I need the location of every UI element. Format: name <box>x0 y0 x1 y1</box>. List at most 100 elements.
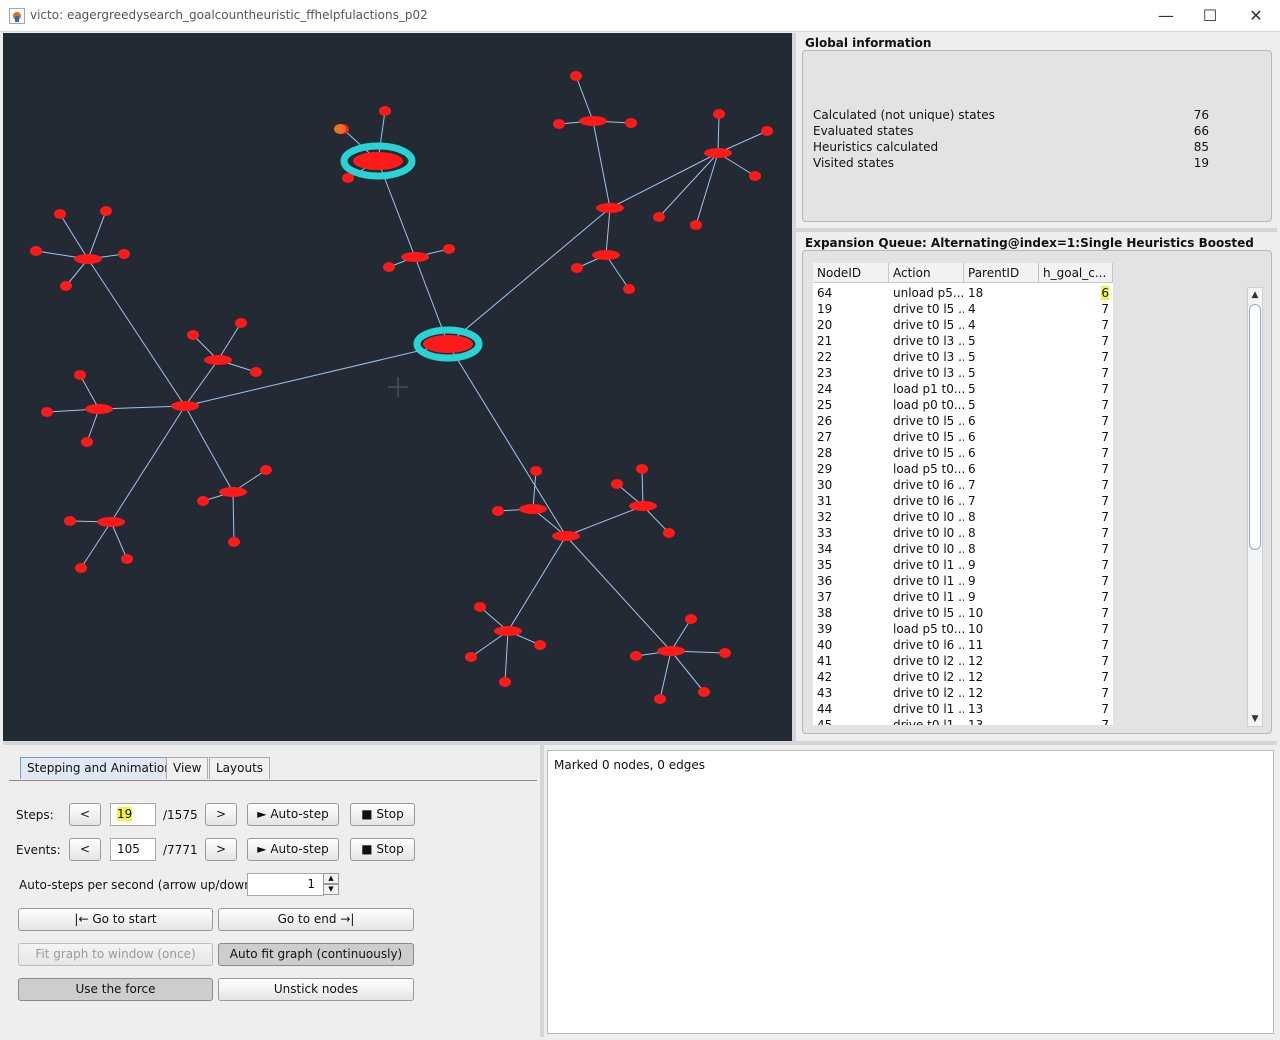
table-cell-h: 7 <box>1101 446 1109 460</box>
queue-scrollbar[interactable]: ▲ ▼ <box>1247 287 1263 727</box>
table-cell-parent: 5 <box>968 366 976 380</box>
graph-node <box>97 517 125 527</box>
table-cell-action: load p5 t0... <box>893 462 964 476</box>
table-cell-action: drive t0 l1 ... <box>893 590 964 604</box>
tab-stepping[interactable]: Stepping and Animation <box>20 757 179 779</box>
table-row[interactable]: 27 drive t0 l5 ... 6 7 <box>813 429 1113 445</box>
table-cell-action: load p0 t0... <box>893 398 964 412</box>
graph-node <box>690 220 702 230</box>
graph-node-goal <box>334 124 346 134</box>
graph-node <box>663 528 675 538</box>
table-row[interactable]: 23 drive t0 l3 ... 5 7 <box>813 365 1113 381</box>
table-row[interactable]: 44 drive t0 l1 ... 13 7 <box>813 701 1113 717</box>
maximize-icon[interactable]: ☐ <box>1187 0 1233 31</box>
fit-graph-once-button[interactable]: Fit graph to window (once) <box>18 943 213 966</box>
table-cell-node: 24 <box>817 382 833 396</box>
auto-fit-graph-toggle[interactable]: Auto fit graph (continuously) <box>218 943 414 966</box>
table-row[interactable]: 26 drive t0 l5 ... 6 7 <box>813 413 1113 429</box>
column-header-parentid[interactable]: ParentID <box>964 263 1039 283</box>
close-icon[interactable]: ✕ <box>1233 0 1279 31</box>
table-row[interactable]: 29 load p5 t0... 6 7 <box>813 461 1113 477</box>
table-row[interactable]: 34 drive t0 l0 ... 8 7 <box>813 541 1113 557</box>
table-row[interactable]: 24 load p1 t0... 5 7 <box>813 381 1113 397</box>
use-the-force-toggle[interactable]: Use the force <box>18 978 213 1001</box>
graph-node <box>629 501 657 511</box>
steps-prev-button[interactable]: < <box>69 803 101 826</box>
go-to-end-button[interactable]: Go to end →| <box>218 908 414 931</box>
table-row[interactable]: 33 drive t0 l0 ... 8 7 <box>813 525 1113 541</box>
table-row[interactable]: 42 drive t0 l2 ... 12 7 <box>813 669 1113 685</box>
search-graph-canvas[interactable] <box>3 33 792 741</box>
graph-node <box>228 537 240 547</box>
go-to-start-button[interactable]: |← Go to start <box>18 908 213 931</box>
scroll-down-icon[interactable]: ▼ <box>1248 712 1262 726</box>
scrollbar-thumb[interactable] <box>1249 304 1261 550</box>
splitter-horizontal[interactable] <box>795 228 1277 232</box>
stat-label: Heuristics calculated <box>813 140 939 154</box>
spin-down-icon[interactable]: ▼ <box>323 884 339 895</box>
table-cell-h: 7 <box>1101 414 1109 428</box>
table-row[interactable]: 21 drive t0 l3 ... 5 7 <box>813 333 1113 349</box>
table-row[interactable]: 40 drive t0 l6 ... 11 7 <box>813 637 1113 653</box>
table-row[interactable]: 35 drive t0 l1 ... 9 7 <box>813 557 1113 573</box>
table-row[interactable]: 64 unload p5... 18 6 <box>813 285 1113 301</box>
table-row[interactable]: 38 drive t0 l5 ... 10 7 <box>813 605 1113 621</box>
table-row[interactable]: 30 drive t0 l6 ... 7 7 <box>813 477 1113 493</box>
tab-view[interactable]: View <box>166 757 209 779</box>
queue-table[interactable]: NodeID Action ParentID h_goal_c... 64 unl… <box>813 263 1113 725</box>
table-row[interactable]: 45 drive t0 l1 ... 13 7 <box>813 717 1113 725</box>
graph-edge <box>659 650 672 700</box>
table-cell-action: drive t0 l0 ... <box>893 526 964 540</box>
splitter-bottom-vertical[interactable] <box>540 745 544 1037</box>
graph-node <box>519 504 547 514</box>
stat-value: 76 <box>1193 108 1209 122</box>
table-cell-parent: 9 <box>968 590 976 604</box>
column-header-heuristic[interactable]: h_goal_c... <box>1039 263 1113 283</box>
events-stop-button[interactable]: ■ Stop <box>350 838 415 861</box>
table-cell-parent: 10 <box>968 606 984 620</box>
column-header-action[interactable]: Action <box>889 263 964 283</box>
table-cell-node: 38 <box>817 606 833 620</box>
table-row[interactable]: 19 drive t0 l5 ... 4 7 <box>813 301 1113 317</box>
steps-input[interactable]: 19 <box>110 803 156 826</box>
graph-edge <box>232 491 235 543</box>
table-row[interactable]: 25 load p0 t0... 5 7 <box>813 397 1113 413</box>
column-header-nodeid[interactable]: NodeID <box>813 263 889 283</box>
table-cell-h: 7 <box>1101 494 1109 508</box>
graph-node <box>530 466 542 476</box>
table-cell-action: drive t0 l0 ... <box>893 510 964 524</box>
table-cell-action: load p1 t0... <box>893 382 964 396</box>
tab-layouts[interactable]: Layouts <box>209 757 271 779</box>
table-row[interactable]: 31 drive t0 l6 ... 7 7 <box>813 493 1113 509</box>
minimize-icon[interactable]: — <box>1143 0 1189 31</box>
splitter-vertical[interactable] <box>792 33 796 741</box>
table-row[interactable]: 39 load p5 t0... 10 7 <box>813 621 1113 637</box>
spin-up-icon[interactable]: ▲ <box>323 873 339 884</box>
graph-node <box>474 602 486 612</box>
table-row[interactable]: 43 drive t0 l2 ... 12 7 <box>813 685 1113 701</box>
steps-stop-button[interactable]: ■ Stop <box>350 803 415 826</box>
table-row[interactable]: 22 drive t0 l3 ... 5 7 <box>813 349 1113 365</box>
events-autostep-button[interactable]: ► Auto-step <box>247 838 339 861</box>
events-total: /7771 <box>163 843 198 857</box>
unstick-nodes-button[interactable]: Unstick nodes <box>218 978 414 1001</box>
table-cell-h: 7 <box>1101 622 1109 636</box>
table-row[interactable]: 28 drive t0 l5 ... 6 7 <box>813 445 1113 461</box>
table-row[interactable]: 41 drive t0 l2 ... 12 7 <box>813 653 1113 669</box>
graph-svg[interactable] <box>3 33 792 741</box>
events-input[interactable]: 105 <box>110 838 156 861</box>
scroll-up-icon[interactable]: ▲ <box>1248 288 1262 302</box>
graph-edge <box>504 630 509 683</box>
table-cell-node: 37 <box>817 590 833 604</box>
steps-autostep-button[interactable]: ► Auto-step <box>247 803 339 826</box>
table-row[interactable]: 36 drive t0 l1 ... 9 7 <box>813 573 1113 589</box>
autosteps-input[interactable]: 1 <box>247 873 324 896</box>
table-row[interactable]: 20 drive t0 l5 ... 4 7 <box>813 317 1113 333</box>
table-row[interactable]: 37 drive t0 l1 ... 9 7 <box>813 589 1113 605</box>
graph-node <box>383 262 395 272</box>
steps-next-button[interactable]: > <box>205 803 237 826</box>
table-row[interactable]: 32 drive t0 l0 ... 8 7 <box>813 509 1113 525</box>
events-next-button[interactable]: > <box>205 838 237 861</box>
events-prev-button[interactable]: < <box>69 838 101 861</box>
steps-label: Steps: <box>16 808 54 822</box>
